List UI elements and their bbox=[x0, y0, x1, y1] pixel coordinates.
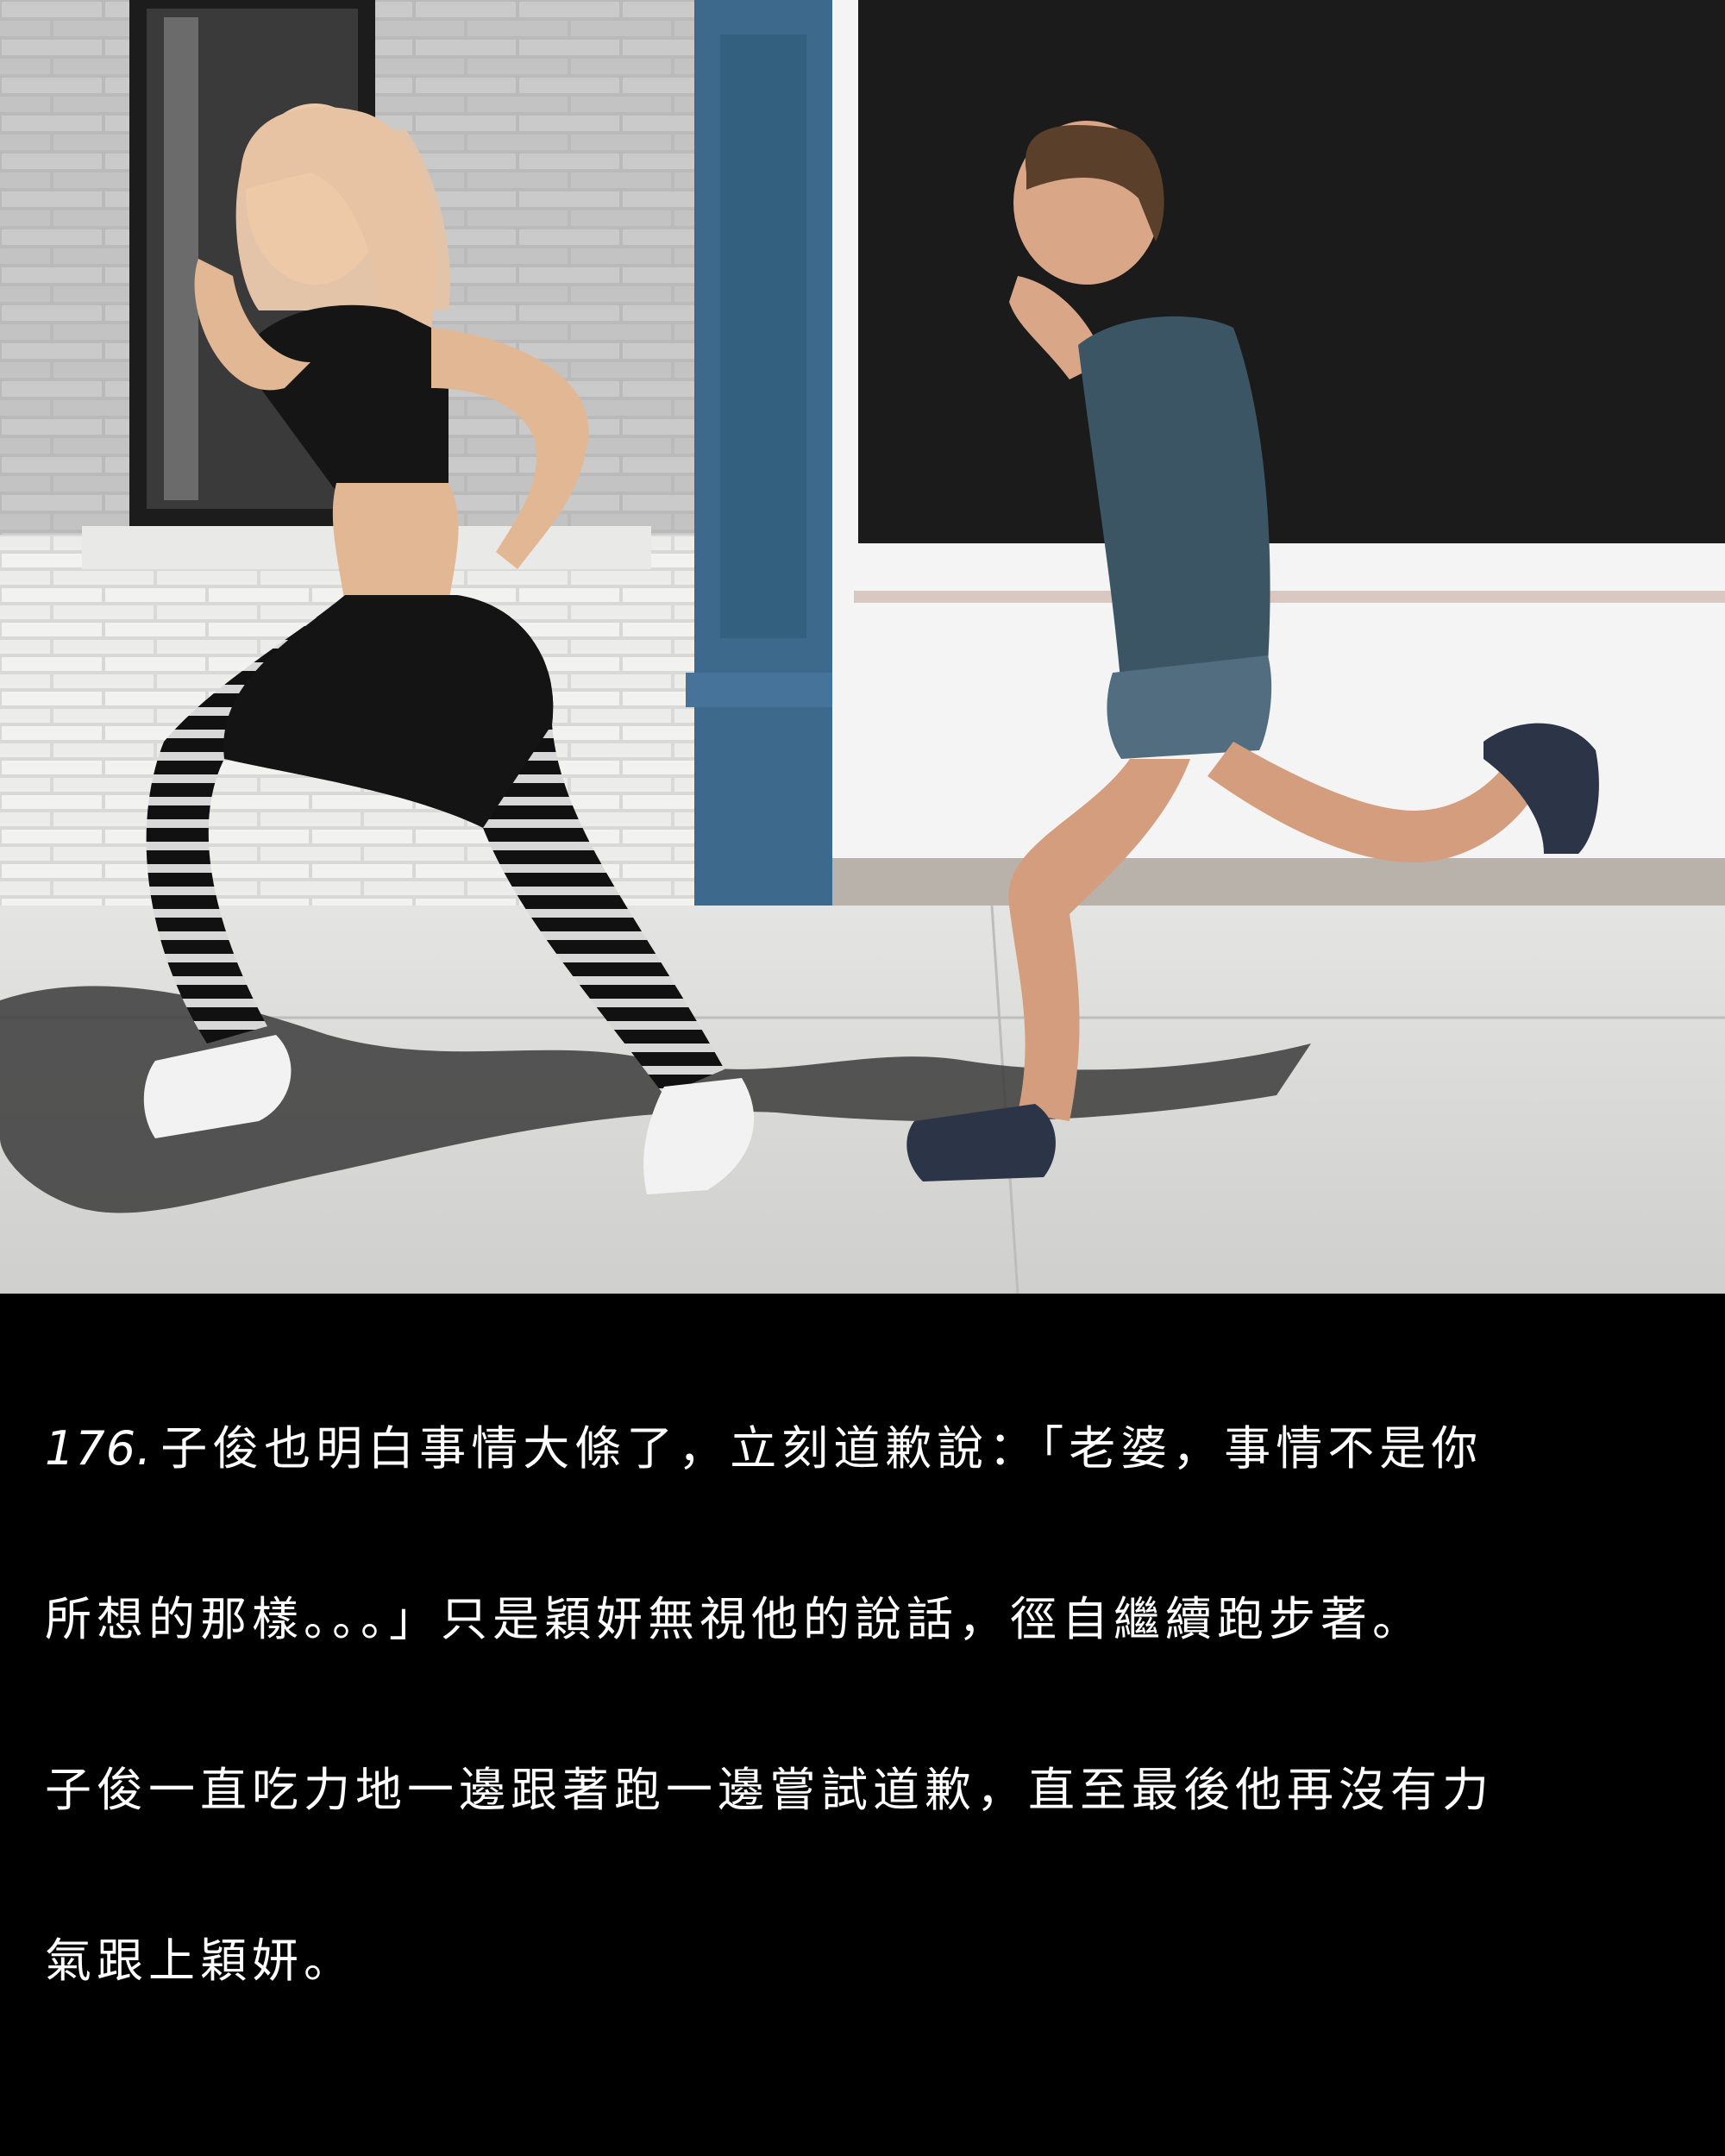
caption-line-4: 氣跟上穎妍。 bbox=[45, 1934, 355, 1988]
panel-number: 176. bbox=[45, 1421, 153, 1476]
caption-line-3: 子俊一直吃力地一邊跟著跑一邊嘗試道歉，直至最後他再沒有力 bbox=[45, 1763, 1494, 1817]
comic-page: 176. 子俊也明白事情大條了，立刻道歉說：「老婆，事情不是你 所想的那樣。。。」… bbox=[0, 0, 1725, 2156]
illustration-panel bbox=[0, 0, 1725, 1294]
narration-caption: 176. 子俊也明白事情大條了，立刻道歉說：「老婆，事情不是你 所想的那樣。。。」… bbox=[45, 1307, 1684, 2103]
caption-line-1-text: 子俊也明白事情大條了，立刻道歉說：「老婆，事情不是你 bbox=[160, 1421, 1484, 1476]
caption-line-1: 176. 子俊也明白事情大條了，立刻道歉說：「老婆，事情不是你 bbox=[45, 1420, 1684, 1477]
running-scene-illustration bbox=[0, 0, 1725, 1294]
caption-line-2: 所想的那樣。。。」只是穎妍無視他的說話，徑自繼續跑步著。 bbox=[45, 1592, 1424, 1646]
